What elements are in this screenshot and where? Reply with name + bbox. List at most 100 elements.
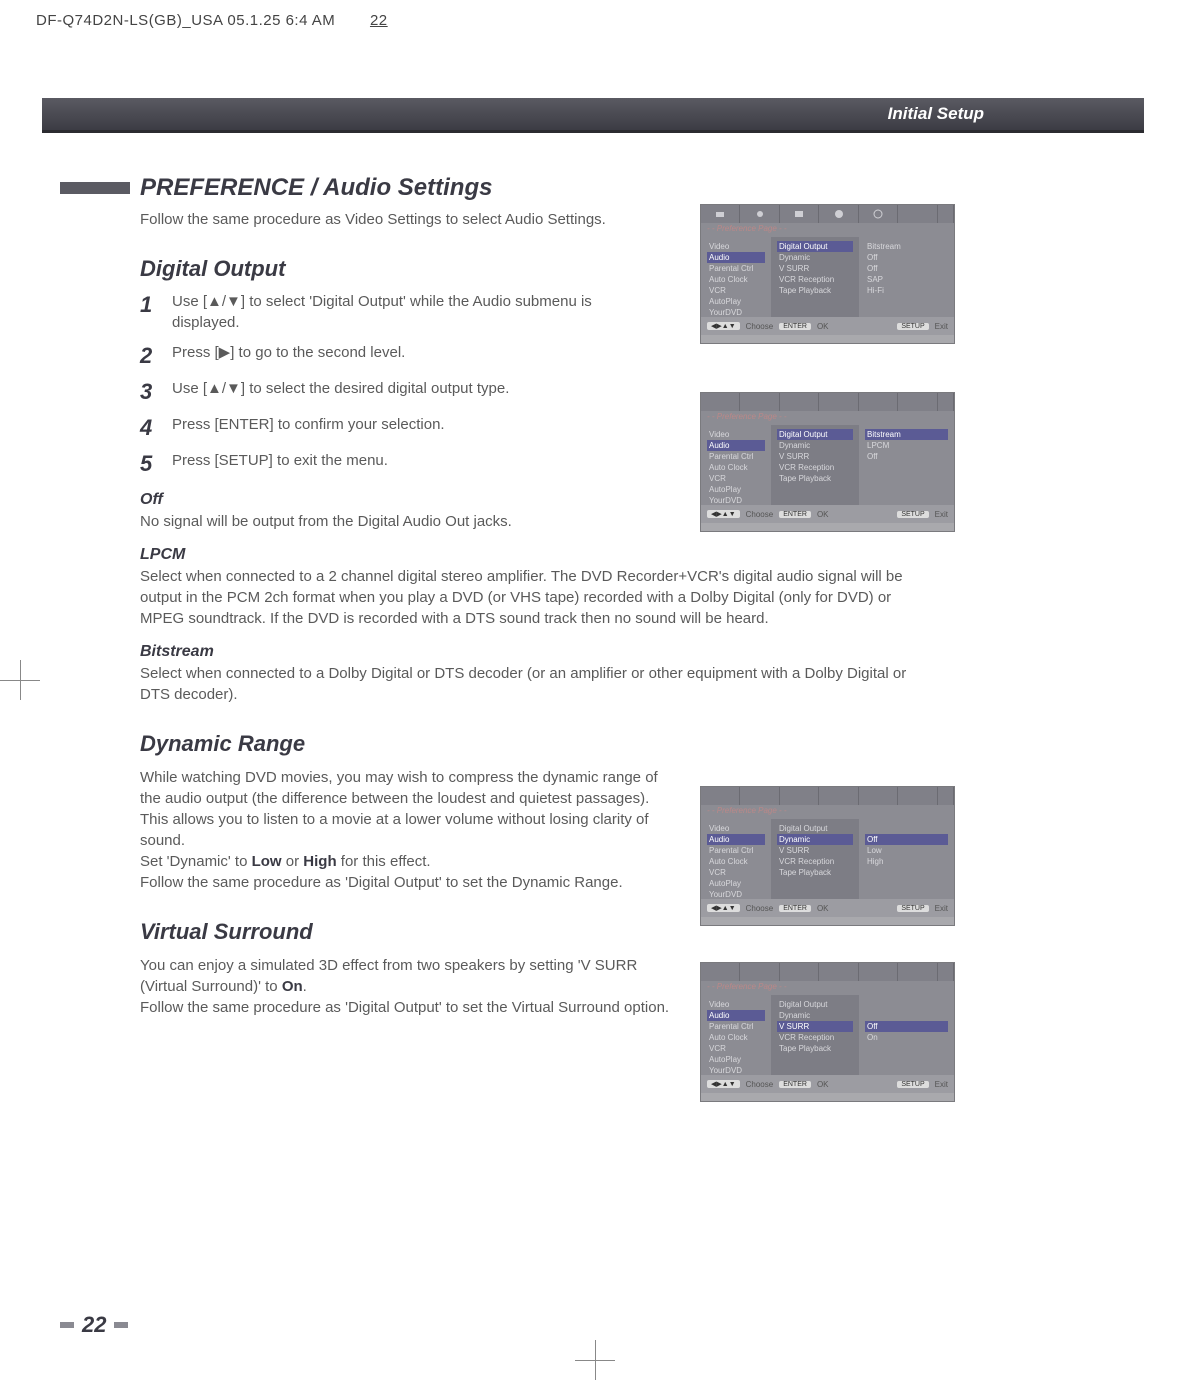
- osd-item: VCR: [707, 1043, 765, 1054]
- osd-item: Auto Clock: [707, 462, 765, 473]
- osd-item-selected: Digital Output: [777, 429, 853, 440]
- tab-icon: [780, 787, 819, 805]
- osd-footer: ◀▶▲▼Choose ENTEROK SETUPExit: [701, 899, 954, 917]
- osd-item: V SURR: [777, 263, 853, 274]
- osd-body: Video Audio Parental Ctrl Auto Clock VCR…: [701, 237, 954, 317]
- dynamic-p2a: Set 'Dynamic' to: [140, 853, 252, 870]
- osd-tabs: [701, 393, 954, 411]
- tab-icon: [898, 393, 937, 411]
- tab-video-icon: [780, 205, 819, 223]
- osd-item: VCR Reception: [777, 1032, 853, 1043]
- osd-dynamic: - - Preference Page - - Video Audio Pare…: [700, 786, 955, 926]
- page-number-value: 22: [82, 1312, 106, 1338]
- osd-item: Digital Output: [777, 999, 853, 1010]
- tab-icon: [859, 787, 898, 805]
- key-enter: ENTER: [779, 905, 811, 912]
- osd-value: Off: [865, 252, 948, 263]
- footer-choose: Choose: [746, 510, 774, 519]
- osd-value: Hi-Fi: [865, 285, 948, 296]
- osd-right-col: Bitstream LPCM Off: [859, 425, 954, 505]
- bitstream-heading: Bitstream: [140, 643, 960, 661]
- osd-digital-output: - - Preference Page - - Video Audio Pare…: [700, 392, 955, 532]
- page-dash-icon: [60, 1322, 74, 1328]
- osd-item: Tape Playback: [777, 867, 853, 878]
- osd-right-col: Off Low High: [859, 819, 954, 899]
- osd-vsurr: - - Preference Page - - Video Audio Pare…: [700, 962, 955, 1102]
- osd-item-selected: V SURR: [777, 1021, 853, 1032]
- osd-item: AutoPlay: [707, 484, 765, 495]
- osd-item: YourDVD: [707, 495, 765, 506]
- osd-tabs: [701, 205, 954, 223]
- key-enter: ENTER: [779, 511, 811, 518]
- step-text: Press [ENTER] to confirm your selection.: [172, 415, 445, 435]
- key-enter: ENTER: [779, 323, 811, 330]
- osd-item: Parental Ctrl: [707, 845, 765, 856]
- osd-tabs: [701, 787, 954, 805]
- osd-item: Parental Ctrl: [707, 451, 765, 462]
- osd-right-col: Bitstream Off Off SAP Hi-Fi: [859, 237, 954, 317]
- osd-body: Video Audio Parental Ctrl Auto Clock VCR…: [701, 425, 954, 505]
- footer-ok: OK: [817, 1080, 829, 1089]
- osd-mid-col: Digital Output Dynamic V SURR VCR Recept…: [771, 237, 859, 317]
- key-arrows: ◀▶▲▼: [707, 1080, 740, 1088]
- tab-icon: [938, 787, 954, 805]
- tab-icon: [859, 963, 898, 981]
- dynamic-heading: Dynamic Range: [140, 731, 960, 757]
- tab-icon: [780, 393, 819, 411]
- page-number: 22: [60, 1312, 128, 1338]
- dynamic-or: or: [282, 853, 304, 870]
- osd-left-col: Video Audio Parental Ctrl Auto Clock VCR…: [701, 819, 771, 899]
- osd-item: YourDVD: [707, 307, 765, 318]
- tab-setup-icon: [740, 205, 779, 223]
- osd-left-col: Video Audio Parental Ctrl Auto Clock VCR…: [701, 995, 771, 1075]
- osd-value: Bitstream: [865, 241, 948, 252]
- osd-spacer: [865, 823, 948, 834]
- osd-value: Off: [865, 451, 948, 462]
- dynamic-p1: While watching DVD movies, you may wish …: [140, 767, 680, 851]
- dynamic-high: High: [303, 853, 336, 870]
- osd-value-selected: Bitstream: [865, 429, 948, 440]
- osd-item: AutoPlay: [707, 878, 765, 889]
- tab-info-icon: [859, 205, 898, 223]
- osd-value: SAP: [865, 274, 948, 285]
- lpcm-heading: LPCM: [140, 546, 960, 564]
- osd-item: VCR Reception: [777, 856, 853, 867]
- section-tick-icon: [60, 182, 130, 194]
- tab-icon: [898, 963, 937, 981]
- chapter-title: Initial Setup: [888, 104, 984, 124]
- osd-item: VCR Reception: [777, 462, 853, 473]
- tab-gear-icon: [819, 205, 858, 223]
- step-num: 3: [140, 379, 158, 405]
- tab-icon: [819, 787, 858, 805]
- step-2: 2Press [▶] to go to the second level.: [140, 343, 960, 369]
- osd-item: Tape Playback: [777, 1043, 853, 1054]
- osd-item-selected: Audio: [707, 252, 765, 263]
- tab-icon: [740, 393, 779, 411]
- key-setup: SETUP: [897, 905, 928, 912]
- tab-tuner-icon: [701, 205, 740, 223]
- step-num: 1: [140, 292, 158, 318]
- osd-item: Parental Ctrl: [707, 1021, 765, 1032]
- osd-crumb: - - Preference Page - -: [701, 981, 954, 995]
- osd-value: On: [865, 1032, 948, 1043]
- osd-item: Auto Clock: [707, 274, 765, 285]
- doc-header-text: DF-Q74D2N-LS(GB)_USA 05.1.25 6:4 AM: [36, 12, 335, 29]
- key-arrows: ◀▶▲▼: [707, 322, 740, 330]
- osd-value-selected: Off: [865, 834, 948, 845]
- dynamic-p3: Follow the same procedure as 'Digital Ou…: [140, 872, 680, 893]
- step-num: 5: [140, 451, 158, 477]
- dynamic-p2b: for this effect.: [337, 853, 431, 870]
- lpcm-text: Select when connected to a 2 channel dig…: [140, 566, 920, 629]
- osd-mid-col: Digital Output Dynamic V SURR VCR Recept…: [771, 425, 859, 505]
- tab-arrow-icon: [938, 205, 954, 223]
- vsurr-p1b: .: [303, 978, 307, 995]
- osd-item-selected: Audio: [707, 440, 765, 451]
- osd-audio-overview: - - Preference Page - - Video Audio Pare…: [700, 204, 955, 344]
- footer-exit: Exit: [935, 904, 948, 913]
- key-arrows: ◀▶▲▼: [707, 904, 740, 912]
- osd-footer: ◀▶▲▼Choose ENTEROK SETUPExit: [701, 1075, 954, 1093]
- step-text: Use [▲/▼] to select 'Digital Output' whi…: [172, 292, 602, 333]
- osd-value: Off: [865, 263, 948, 274]
- footer-choose: Choose: [746, 904, 774, 913]
- osd-item: Digital Output: [777, 823, 853, 834]
